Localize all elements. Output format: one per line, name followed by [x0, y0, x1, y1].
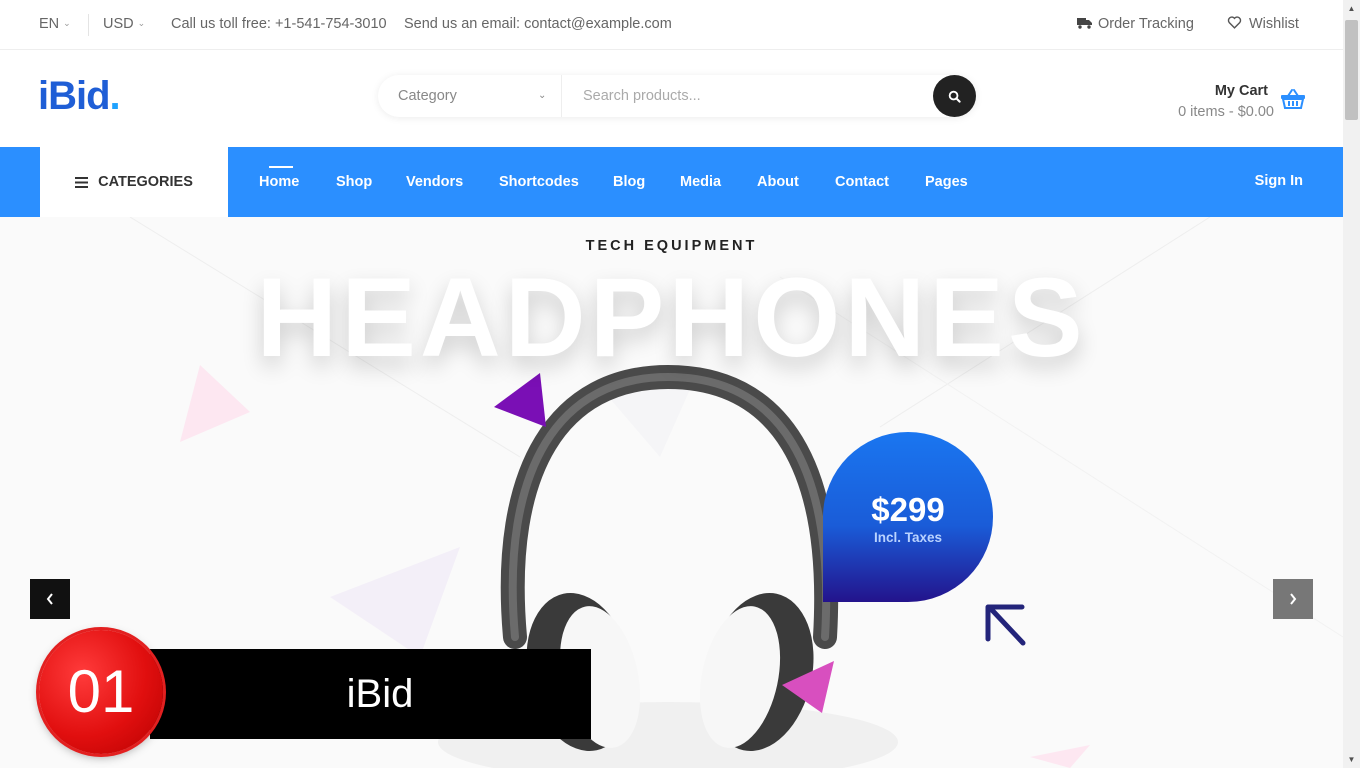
categories-label: CATEGORIES — [98, 174, 193, 190]
hero-eyebrow: TECH EQUIPMENT — [585, 238, 758, 254]
email-info[interactable]: Send us an email: contact@example.com — [404, 16, 672, 32]
scroll-thumb[interactable] — [1345, 20, 1358, 120]
currency-selector[interactable]: USD ⌄ — [103, 16, 145, 32]
divider — [88, 14, 89, 36]
language-selector[interactable]: EN ⌄ — [39, 16, 71, 32]
slider-prev-button[interactable] — [30, 579, 70, 619]
phone-info: Call us toll free: +1-541-754-3010 — [171, 16, 387, 32]
truck-icon — [1077, 18, 1092, 29]
nav-item-vendors[interactable]: Vendors — [406, 174, 463, 190]
order-tracking-label: Order Tracking — [1098, 16, 1194, 32]
nav-item-pages[interactable]: Pages — [925, 174, 968, 190]
slider-next-button[interactable] — [1273, 579, 1313, 619]
chevron-left-icon — [46, 593, 53, 605]
wishlist-label: Wishlist — [1249, 16, 1299, 32]
nav-item-media[interactable]: Media — [680, 174, 721, 190]
scroll-up-arrow[interactable]: ▲ — [1343, 0, 1360, 17]
currency-label: USD — [103, 16, 134, 32]
nav-item-about[interactable]: About — [757, 174, 799, 190]
hero-headline: HEADPHONES — [256, 255, 1087, 380]
order-tracking-link[interactable]: Order Tracking — [1077, 16, 1194, 32]
chevron-down-icon: ⌄ — [538, 90, 547, 101]
hero-slider: TECH EQUIPMENT HEADPHONES $299 Incl. Tax… — [0, 217, 1343, 768]
scrollbar[interactable]: ▲ ▼ — [1343, 0, 1360, 768]
search-bar: Category ⌄ — [378, 75, 976, 117]
search-button[interactable] — [933, 75, 976, 117]
chevron-down-icon: ⌄ — [63, 18, 71, 28]
search-icon — [948, 90, 961, 103]
chevron-down-icon: ⌄ — [137, 18, 146, 28]
nav-item-home[interactable]: Home — [259, 174, 299, 190]
chevron-right-icon — [1290, 593, 1297, 605]
basket-icon[interactable] — [1280, 88, 1306, 110]
main-nav: CATEGORIES Home Shop Vendors Shortcodes … — [0, 147, 1343, 217]
overlay-title: iBid — [346, 672, 414, 716]
nav-item-shop[interactable]: Shop — [336, 174, 372, 190]
nav-item-contact[interactable]: Contact — [835, 174, 889, 190]
menu-icon — [75, 176, 89, 188]
search-input[interactable] — [583, 86, 913, 106]
logo-dot: . — [109, 74, 121, 118]
heart-icon — [1227, 16, 1242, 29]
logo-text: iBid — [38, 74, 111, 118]
header: iBid. Category ⌄ My Cart 0 items - $0.00 — [0, 50, 1343, 147]
top-bar: EN ⌄ USD ⌄ Call us toll free: +1-541-754-3… — [0, 0, 1343, 50]
scroll-down-arrow[interactable]: ▼ — [1343, 751, 1360, 768]
nav-item-shortcodes[interactable]: Shortcodes — [499, 174, 579, 190]
price-value: $299 — [871, 491, 945, 528]
category-select[interactable]: Category — [398, 88, 457, 104]
search-divider — [561, 75, 562, 117]
arrow-up-left-icon — [985, 604, 1026, 646]
wishlist-link[interactable]: Wishlist — [1227, 16, 1299, 32]
cart-summary[interactable]: 0 items - $0.00 — [1178, 104, 1274, 120]
overlay-number: 01 — [67, 658, 135, 725]
nav-item-blog[interactable]: Blog — [613, 174, 645, 190]
categories-button[interactable]: CATEGORIES — [40, 147, 228, 217]
active-indicator — [269, 166, 293, 168]
sign-in-link[interactable]: Sign In — [1255, 173, 1303, 189]
language-label: EN — [39, 16, 60, 32]
price-note: Incl. Taxes — [873, 530, 943, 545]
cart-title[interactable]: My Cart — [1215, 83, 1268, 99]
logo[interactable]: iBid. — [38, 74, 121, 119]
